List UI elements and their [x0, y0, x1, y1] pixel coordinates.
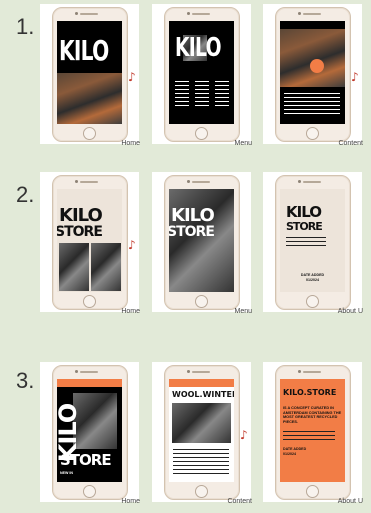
wool-winter-title: WOOL.WINTER [172, 390, 234, 399]
kilo-title: KILO [175, 33, 221, 63]
home-button [83, 485, 96, 498]
mockup-card-menu-1[interactable]: KILO Menu [152, 4, 252, 147]
home-button [195, 295, 208, 308]
music-note-icon: ♪ [240, 428, 248, 442]
home-button [306, 127, 319, 140]
date-label: DATE ADDED [300, 273, 325, 277]
phone-screen: KILO STORE [57, 189, 122, 292]
card-caption: Menu [234, 308, 252, 315]
kilo-title: KILO [59, 34, 109, 67]
card-caption: Menu [234, 140, 252, 147]
mockup-card-menu-2[interactable]: KILO STORE Menu [152, 172, 252, 315]
phone-frame: KILO.STORE IS A CONCEPT CURATED IN AMSTE… [275, 365, 351, 500]
store-title: STORE [286, 220, 323, 233]
card-caption: Content [338, 140, 363, 147]
store-title: STORE [60, 451, 112, 469]
mockup-card-home-2[interactable]: KILO STORE ♪ Home [40, 172, 140, 315]
card-caption: Content [227, 498, 252, 505]
phone-screen: KILO STORE [169, 189, 234, 292]
phone-screen: KILO STORE NEW IN [57, 379, 122, 482]
store-title: STORE [57, 224, 103, 240]
phone-frame: KILO STORE [52, 175, 128, 310]
date-label: DATE ADDED [283, 447, 307, 451]
card-caption: Home [121, 308, 140, 315]
row-number-3: 3. [16, 368, 35, 393]
home-button [195, 127, 208, 140]
music-note-icon: ♪ [128, 238, 136, 252]
row-number-2: 2. [16, 182, 35, 207]
home-button [306, 485, 319, 498]
date-value: 01/2024 [283, 452, 296, 456]
phone-frame: KILO [164, 7, 240, 142]
phone-frame: KILO STORE DATE ADDED 01/2024 [275, 175, 351, 310]
kilo-store-title: KILO.STORE [283, 388, 337, 397]
home-button [83, 127, 96, 140]
phone-screen [280, 21, 345, 124]
phone-frame [275, 7, 351, 142]
phone-screen: WOOL.WINTER [169, 379, 234, 482]
card-caption: Home [121, 498, 140, 505]
phone-screen: KILO.STORE IS A CONCEPT CURATED IN AMSTE… [280, 379, 345, 482]
home-button [195, 485, 208, 498]
music-note-icon: ♪ [351, 70, 359, 84]
phone-screen: KILO STORE DATE ADDED 01/2024 [280, 189, 345, 292]
mockup-card-home-3[interactable]: KILO STORE NEW IN Home [40, 362, 140, 505]
home-button [83, 295, 96, 308]
kilo-title: KILO [171, 205, 215, 226]
mockup-card-content-3[interactable]: WOOL.WINTER ♪ Content [152, 362, 252, 505]
music-note-icon: ♪ [128, 70, 136, 84]
mockup-card-content-1[interactable]: ♪ Content [263, 4, 363, 147]
new-in-tag: NEW IN [60, 471, 73, 475]
mockup-card-home-1[interactable]: KILO ♪ Home [40, 4, 140, 147]
mockup-card-about-3[interactable]: KILO.STORE IS A CONCEPT CURATED IN AMSTE… [263, 362, 363, 505]
card-caption: About U [337, 498, 363, 505]
phone-frame: KILO [52, 7, 128, 142]
phone-frame: KILO STORE [164, 175, 240, 310]
kilo-title: KILO [286, 203, 322, 221]
home-button [306, 295, 319, 308]
store-title: STORE [169, 224, 215, 240]
card-caption: Home [121, 140, 140, 147]
mockup-card-about-2[interactable]: KILO STORE DATE ADDED 01/2024 About U [263, 172, 363, 315]
phone-screen: KILO [169, 21, 234, 124]
about-body: IS A CONCEPT CURATED IN AMSTERDAM CONTAI… [283, 406, 342, 424]
card-caption: About U [337, 308, 363, 315]
phone-screen: KILO [57, 21, 122, 124]
phone-frame: WOOL.WINTER [164, 365, 240, 500]
date-value: 01/2024 [306, 278, 319, 282]
row-number-1: 1. [16, 14, 35, 39]
phone-frame: KILO STORE NEW IN [52, 365, 128, 500]
kilo-title: KILO [59, 205, 103, 226]
